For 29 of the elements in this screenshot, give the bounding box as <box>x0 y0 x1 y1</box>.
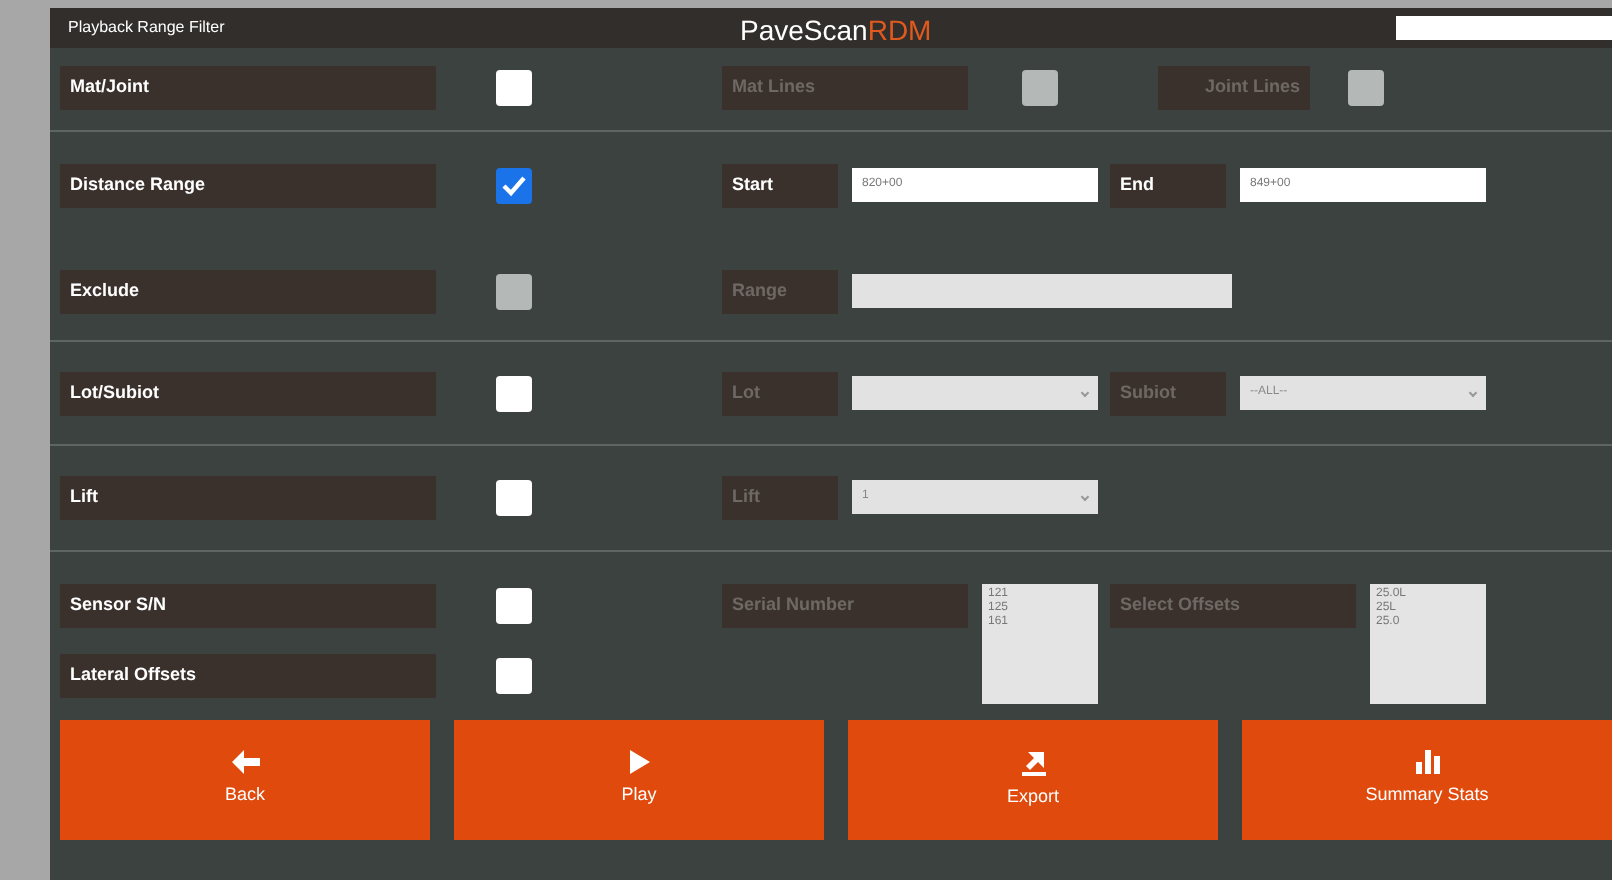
bar-chart-icon <box>1415 750 1439 775</box>
checkbox[interactable] <box>496 480 532 516</box>
checkbox[interactable] <box>496 70 532 106</box>
action-button[interactable]: Summary Stats <box>1242 720 1612 840</box>
checkbox[interactable] <box>496 376 532 412</box>
field-label: End <box>1110 164 1226 208</box>
action-button[interactable]: Back <box>60 720 430 840</box>
checkbox[interactable] <box>496 658 532 694</box>
field-label: Start <box>722 164 838 208</box>
app-logo: PaveScanRDM <box>740 12 932 50</box>
field-label: Lateral Offsets <box>60 654 436 698</box>
export-icon <box>1021 749 1045 776</box>
header-field[interactable] <box>1396 16 1612 40</box>
caret-icon <box>1080 388 1090 398</box>
action-button[interactable]: Play <box>454 720 824 840</box>
caret-icon <box>1080 492 1090 502</box>
field-label: Exclude <box>60 270 436 314</box>
left-arrow-icon <box>231 750 259 775</box>
field-label: Mat/Joint <box>60 66 436 110</box>
field-label: Lift <box>60 476 436 520</box>
field-label: Distance Range <box>60 164 436 208</box>
caret-icon <box>1468 388 1478 398</box>
window-title: Playback Range Filter <box>68 16 225 40</box>
field-label: Sensor S/N <box>60 584 436 628</box>
checkbox[interactable] <box>496 588 532 624</box>
action-button[interactable]: Export <box>848 720 1218 840</box>
play-icon <box>629 750 649 775</box>
checkbox[interactable] <box>496 168 532 204</box>
field-label: Lot/Subiot <box>60 372 436 416</box>
